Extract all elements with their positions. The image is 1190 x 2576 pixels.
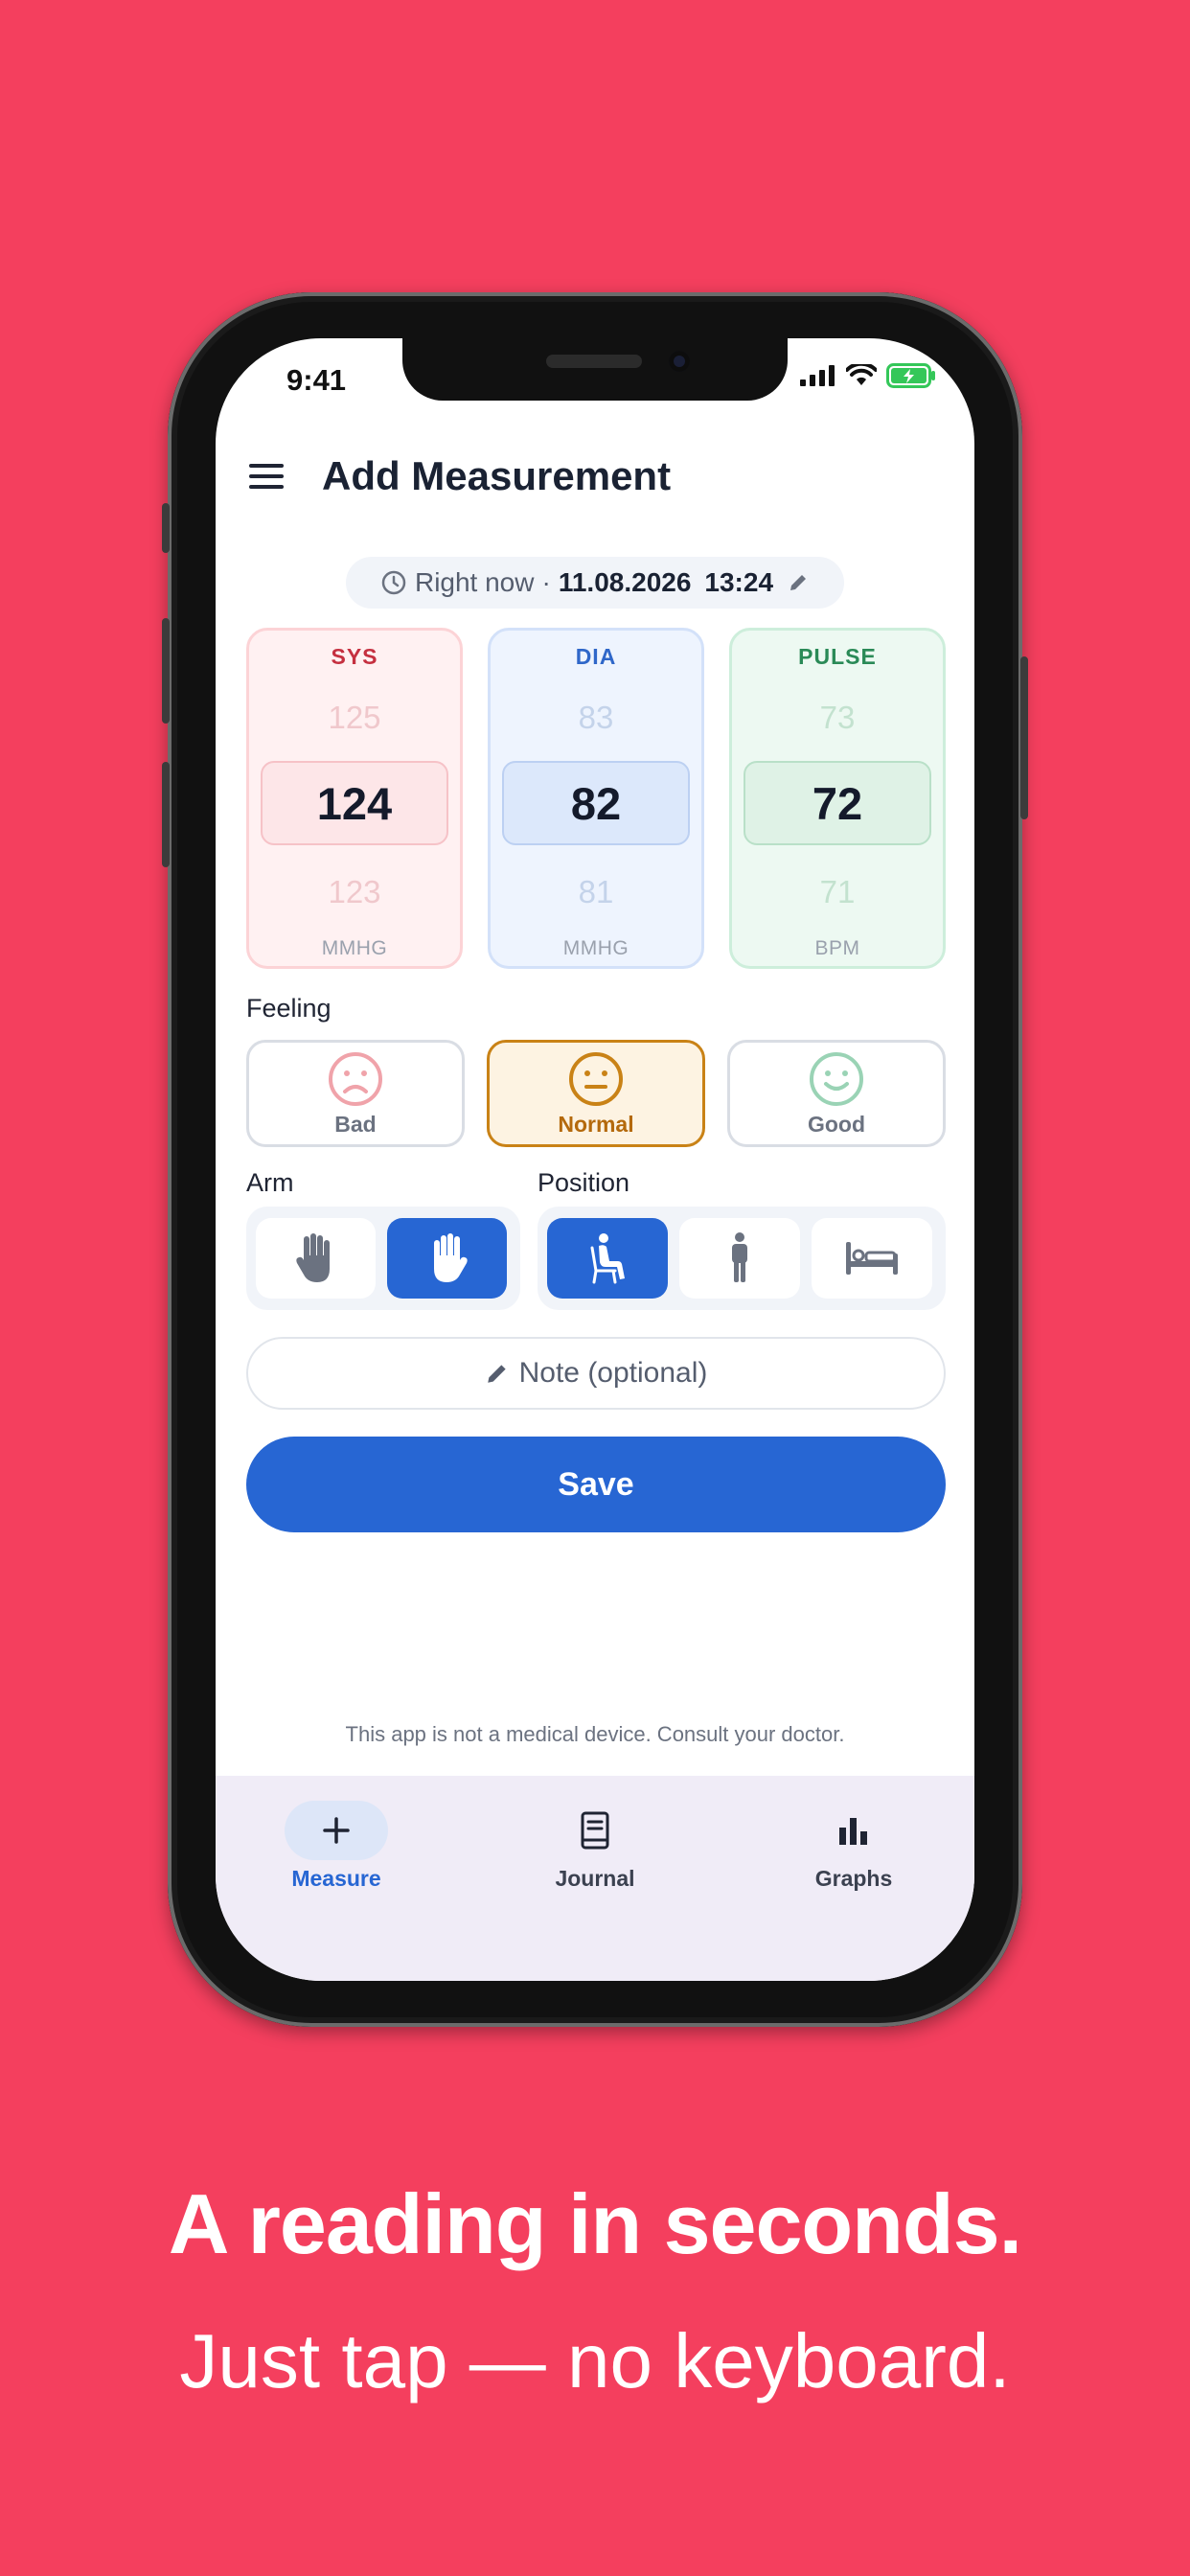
nav-journal-pill	[543, 1801, 647, 1860]
marketing-subline: Just tap — no keyboard.	[179, 2318, 1011, 2404]
phone-frame: 9:41 Add Measurement Right now · 11.08.2…	[162, 292, 1028, 2027]
sitting-icon	[590, 1233, 625, 1284]
journal-icon	[581, 1811, 609, 1850]
sys-label: SYS	[331, 644, 378, 669]
sys-unit: MMHG	[321, 937, 388, 959]
dia-label: DIA	[575, 644, 617, 669]
note-field[interactable]: Note (optional)	[246, 1337, 946, 1410]
sad-face-icon	[329, 1051, 382, 1106]
pulse-next-value[interactable]: 71	[732, 874, 943, 910]
position-label: Position	[538, 1168, 630, 1197]
position-selector	[538, 1207, 946, 1310]
app-screen: 9:41 Add Measurement Right now · 11.08.2…	[216, 338, 974, 1981]
page-title: Add Measurement	[322, 453, 672, 498]
camera	[669, 351, 690, 372]
pulse-unit: BPM	[814, 937, 860, 959]
left-hand-icon	[295, 1233, 330, 1282]
volume-up-button	[162, 618, 170, 724]
feeling-options: Bad Normal Good	[246, 1040, 946, 1147]
nav-graphs-pill	[802, 1801, 905, 1860]
note-placeholder: Note (optional)	[518, 1357, 708, 1389]
datetime-date: 11.08.2026	[558, 567, 692, 597]
wifi-icon	[846, 364, 877, 385]
dia-selected-value[interactable]: 82	[502, 761, 690, 845]
silent-switch	[162, 503, 170, 553]
pulse-prev-value[interactable]: 73	[732, 700, 943, 736]
dia-picker[interactable]: DIA 83 82 81 MMHG	[488, 628, 704, 969]
neutral-face-icon	[569, 1051, 623, 1106]
feeling-bad-label: Bad	[334, 1111, 377, 1137]
dia-prev-value[interactable]: 83	[491, 700, 701, 736]
feeling-bad-option[interactable]: Bad	[246, 1040, 465, 1147]
standing-icon	[732, 1232, 747, 1282]
feeling-normal-label: Normal	[558, 1111, 634, 1137]
feeling-normal-option[interactable]: Normal	[487, 1040, 705, 1147]
nav-graphs[interactable]: Graphs	[767, 1801, 940, 1892]
nav-measure-pill	[285, 1801, 388, 1860]
nav-measure-label: Measure	[291, 1866, 381, 1891]
datetime-selector[interactable]: Right now · 11.08.2026 13:24	[346, 557, 844, 609]
medical-disclaimer: This app is not a medical device. Consul…	[345, 1722, 845, 1746]
sys-picker[interactable]: SYS 125 124 123 MMHG	[246, 628, 463, 969]
lying-icon	[846, 1242, 898, 1275]
feeling-good-label: Good	[807, 1111, 866, 1137]
standing-position-button[interactable]	[679, 1218, 800, 1299]
clock-icon	[381, 570, 406, 595]
nav-journal-label: Journal	[555, 1866, 635, 1891]
lying-position-button[interactable]	[812, 1218, 932, 1299]
status-icons	[800, 363, 936, 388]
happy-face-icon	[810, 1051, 863, 1106]
nav-journal[interactable]: Journal	[509, 1801, 681, 1892]
edit-pencil-icon	[790, 575, 807, 590]
plus-icon	[323, 1817, 350, 1844]
datetime-separator: ·	[541, 567, 551, 597]
pulse-label: PULSE	[798, 644, 877, 669]
status-time: 9:41	[286, 363, 347, 397]
nav-measure[interactable]: Measure	[250, 1801, 423, 1892]
feeling-label: Feeling	[246, 994, 332, 1023]
pulse-selected-value[interactable]: 72	[744, 761, 931, 845]
volume-down-button	[162, 762, 170, 867]
nav-graphs-label: Graphs	[814, 1866, 893, 1891]
value-pickers: SYS 125 124 123 MMHG DIA 83 82 81 MMHG P…	[246, 628, 946, 969]
sys-next-value[interactable]: 123	[249, 874, 460, 910]
bar-chart-icon	[839, 1818, 867, 1845]
sys-prev-value[interactable]: 125	[249, 700, 460, 736]
datetime-label: Right now	[414, 567, 535, 597]
arm-label: Arm	[246, 1168, 294, 1197]
save-button[interactable]: Save	[246, 1437, 946, 1532]
dia-unit: MMHG	[562, 937, 629, 959]
pencil-icon	[487, 1365, 506, 1383]
marketing-headline: A reading in seconds.	[168, 2176, 1022, 2271]
speaker	[546, 355, 642, 368]
sitting-position-button[interactable]	[547, 1218, 668, 1299]
sys-selected-value[interactable]: 124	[261, 761, 448, 845]
notch	[402, 338, 788, 401]
menu-icon[interactable]	[249, 464, 284, 489]
battery-icon	[886, 363, 935, 388]
app-header: Add Measurement	[249, 453, 671, 499]
arm-selector	[246, 1207, 520, 1310]
right-hand-icon	[433, 1233, 468, 1282]
datetime-time: 13:24	[704, 567, 774, 597]
power-button	[1020, 656, 1028, 819]
dia-next-value[interactable]: 81	[491, 874, 701, 910]
left-arm-button[interactable]	[256, 1218, 376, 1299]
signal-icon	[800, 365, 835, 386]
bottom-navigation: Measure Journal Graphs	[216, 1776, 974, 1981]
right-arm-button[interactable]	[387, 1218, 507, 1299]
feeling-good-option[interactable]: Good	[727, 1040, 946, 1147]
pulse-picker[interactable]: PULSE 73 72 71 BPM	[729, 628, 946, 969]
